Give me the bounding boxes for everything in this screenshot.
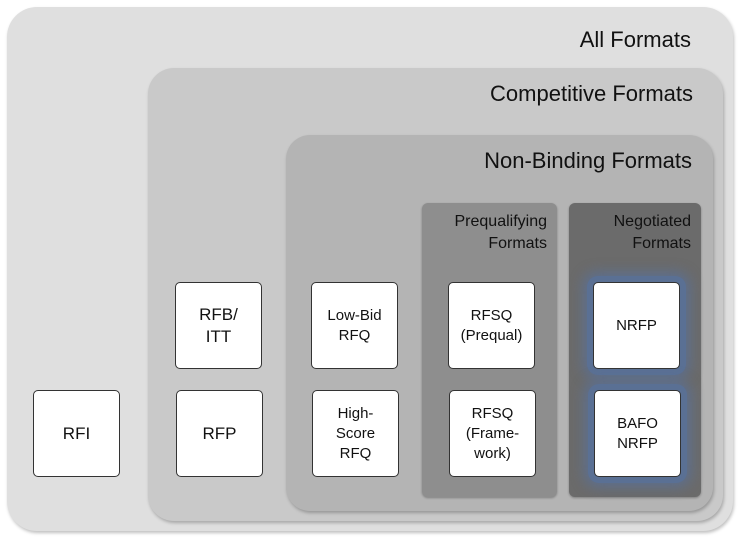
- rfsq-framework-box: RFSQ (Frame- work): [449, 390, 536, 477]
- bafo-nrfp-label: BAFO NRFP: [617, 414, 658, 452]
- all-formats-label: All Formats: [579, 27, 691, 52]
- high-score-rfq-box: High- Score RFQ: [312, 390, 399, 477]
- low-bid-rfq-box: Low-Bid RFQ: [311, 282, 398, 369]
- rfp-box: RFP: [176, 390, 263, 477]
- non-binding-formats-label: Non-Binding Formats: [484, 148, 692, 173]
- prequalifying-formats-label: Prequalifying Formats: [454, 213, 548, 252]
- high-score-rfq-label: High- Score RFQ: [335, 404, 376, 462]
- bafo-nrfp-box: BAFO NRFP: [594, 390, 681, 477]
- rfb-itt-box: RFB/ ITT: [175, 282, 262, 369]
- rfb-itt-label: RFB/ ITT: [199, 304, 238, 346]
- competitive-formats-label: Competitive Formats: [490, 81, 693, 106]
- rfi-label: RFI: [62, 423, 91, 443]
- rfsq-prequal-box: RFSQ (Prequal): [448, 282, 535, 369]
- negotiated-formats-label: Negotiated Formats: [613, 213, 691, 252]
- low-bid-rfq-label: Low-Bid RFQ: [327, 306, 382, 344]
- nrfp-label: NRFP: [616, 316, 657, 334]
- rfsq-framework-label: RFSQ (Frame- work): [465, 404, 520, 462]
- rfi-box: RFI: [33, 390, 120, 477]
- rfp-label: RFP: [202, 423, 237, 443]
- rfsq-prequal-label: RFSQ (Prequal): [460, 306, 523, 344]
- nrfp-box: NRFP: [593, 282, 680, 369]
